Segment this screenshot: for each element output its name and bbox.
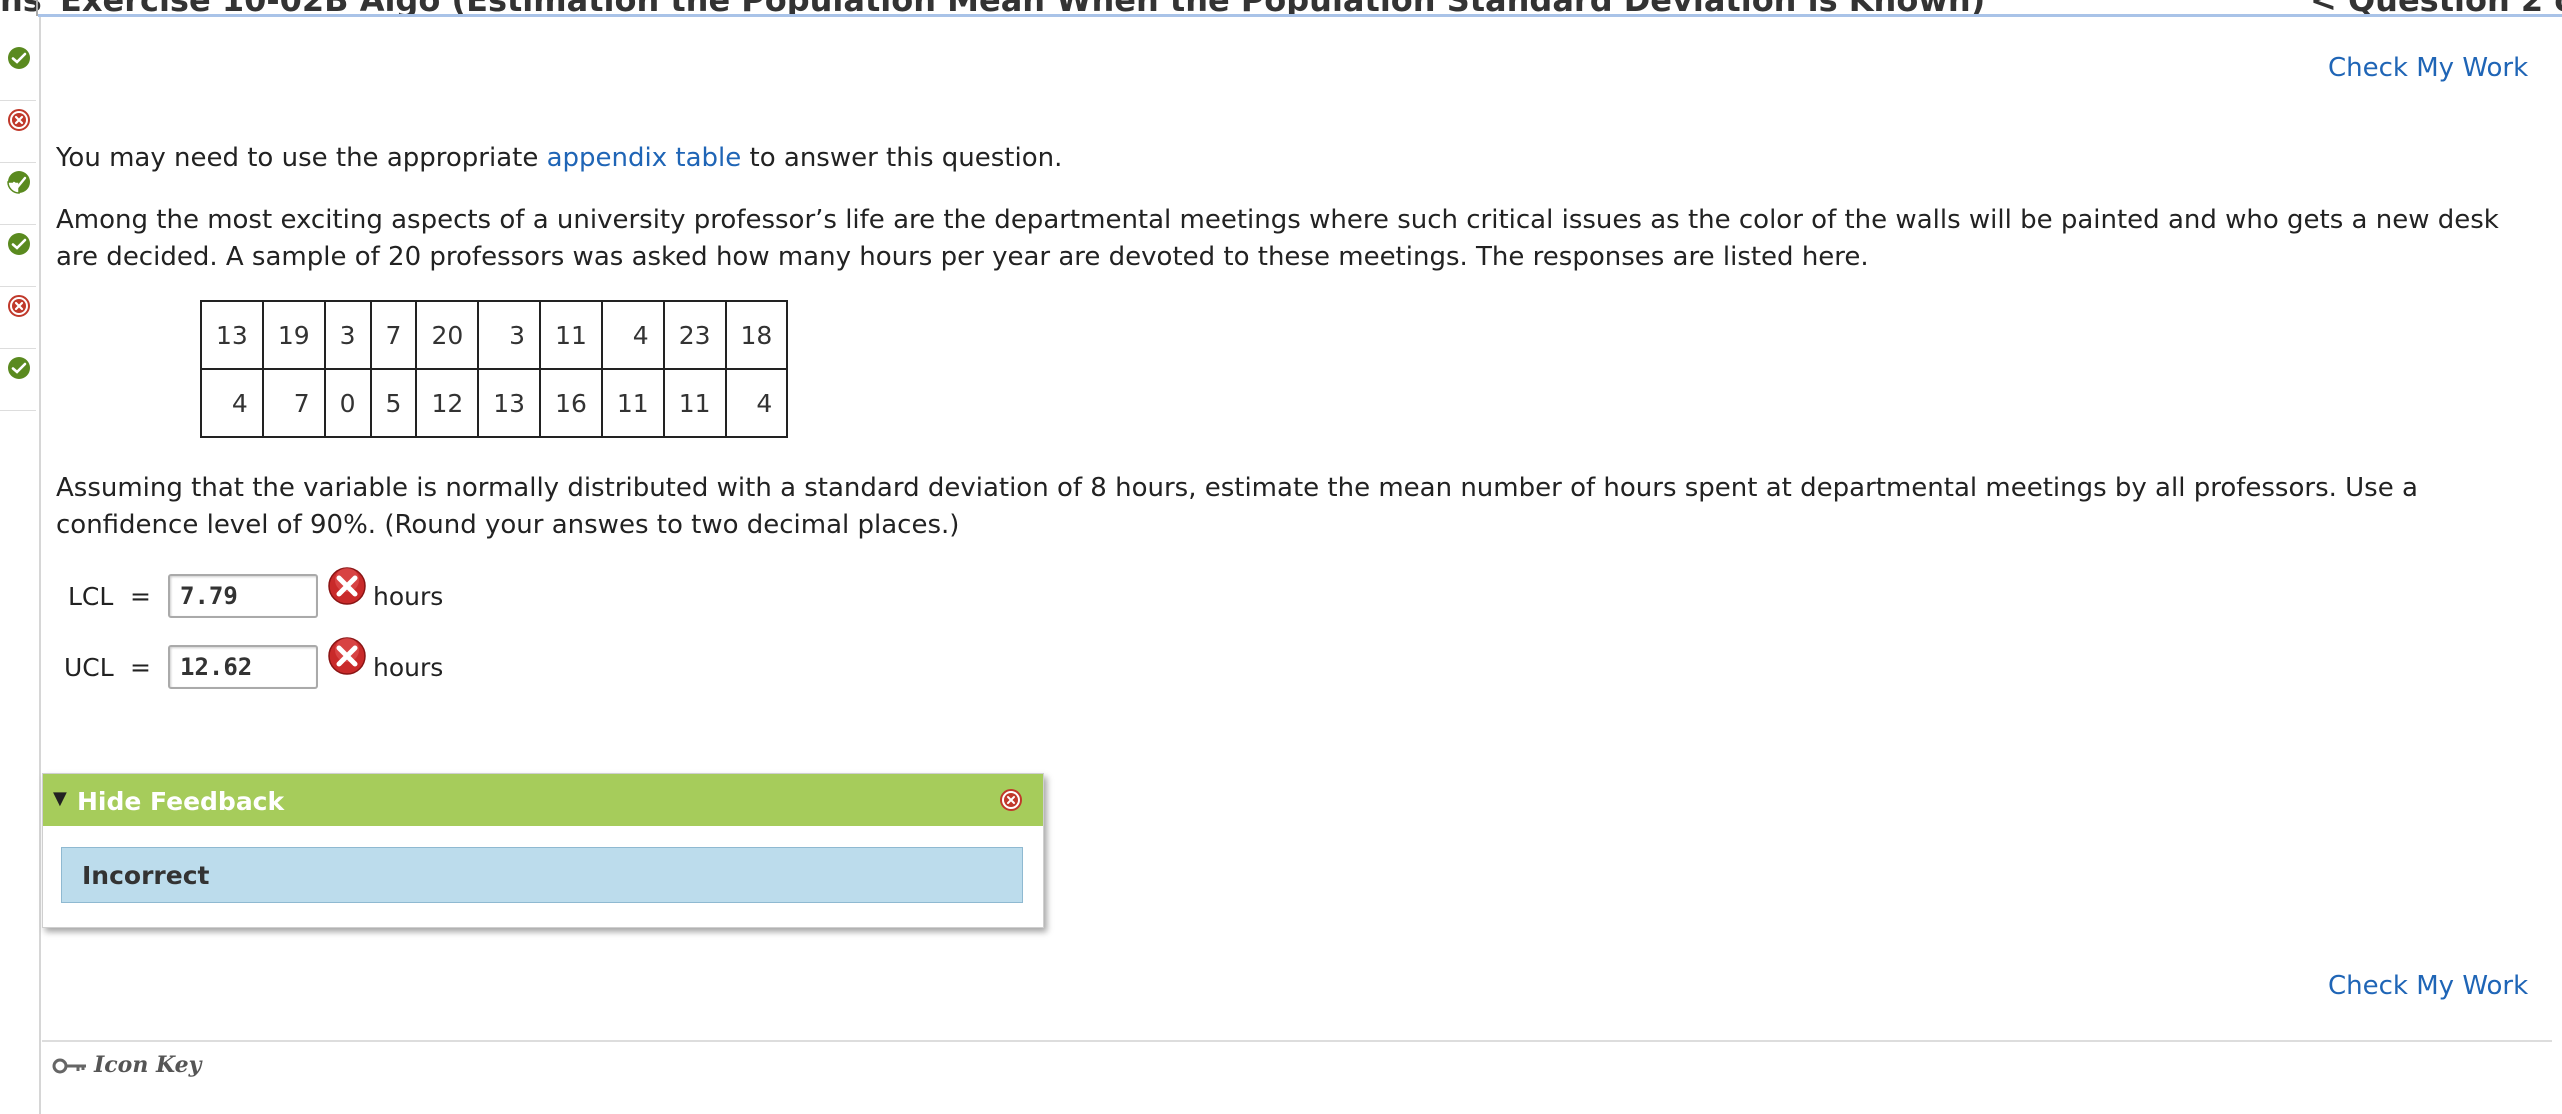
intro-after: to answer this question. <box>741 143 1063 173</box>
check-my-work-link-top[interactable]: Check My Work <box>2328 53 2528 83</box>
table-cell: 3 <box>477 300 542 370</box>
key-icon <box>52 1058 86 1074</box>
table-cell: 20 <box>415 300 480 370</box>
table-cell: 19 <box>261 300 326 370</box>
table-cell: 7 <box>369 300 418 370</box>
table-cell: 12 <box>415 368 480 438</box>
problem-text: Among the most exciting aspects of a uni… <box>56 205 2499 272</box>
rail-divider <box>0 348 36 349</box>
table-row: 13 19 3 7 20 3 11 4 23 18 <box>200 300 789 370</box>
table-cell: 13 <box>477 368 542 438</box>
table-row: 4 7 0 5 12 13 16 11 11 4 <box>200 368 789 438</box>
incorrect-x-icon <box>328 567 366 605</box>
table-cell: 23 <box>662 300 727 370</box>
table-cell: 16 <box>539 368 603 438</box>
appendix-table-link[interactable]: appendix table <box>547 143 742 173</box>
question-text: Assuming that the variable is normally d… <box>56 473 2418 540</box>
check-circle-icon[interactable] <box>6 355 32 381</box>
feedback-panel: ▼ Hide Feedback Incorrect <box>42 773 1044 928</box>
ucl-label: UCL <box>64 653 114 682</box>
hide-feedback-toggle[interactable]: Hide Feedback <box>77 787 284 816</box>
rail-divider <box>0 410 36 411</box>
table-cell: 0 <box>323 368 372 438</box>
feedback-header[interactable]: ▼ Hide Feedback <box>43 774 1043 826</box>
ucl-unit: hours <box>373 653 444 682</box>
data-table: 13 19 3 7 20 3 11 4 23 18 4 7 0 5 12 13 16 11 11 4 <box>200 300 789 438</box>
table-cell: 13 <box>200 300 264 370</box>
ucl-input[interactable] <box>168 645 318 689</box>
status-rail <box>0 17 41 1114</box>
title-underline <box>38 14 2562 17</box>
intro-before: You may need to use the appropriate <box>56 143 547 173</box>
rail-divider <box>0 100 36 101</box>
lcl-equals: = <box>130 582 151 611</box>
rail-divider <box>0 224 36 225</box>
table-cell: 18 <box>724 300 789 370</box>
ucl-equals: = <box>130 653 151 682</box>
collapse-triangle-icon[interactable]: ▼ <box>53 788 67 809</box>
icon-key-link[interactable]: Icon Key <box>52 1052 201 1078</box>
table-cell: 4 <box>724 368 789 438</box>
feedback-message: Incorrect <box>82 861 210 890</box>
table-cell: 4 <box>200 368 264 438</box>
close-icon[interactable] <box>999 788 1023 812</box>
footer-divider <box>42 1040 2552 1042</box>
icon-key-label: Icon Key <box>94 1052 202 1078</box>
lcl-unit: hours <box>373 582 444 611</box>
check-circle-icon[interactable] <box>6 45 32 71</box>
incorrect-x-icon <box>328 637 366 675</box>
table-cell: 5 <box>369 368 418 438</box>
rail-divider <box>0 286 36 287</box>
lcl-label: LCL <box>68 582 114 611</box>
partial-check-icon[interactable] <box>6 169 32 195</box>
table-cell: 4 <box>600 300 665 370</box>
table-cell: 7 <box>261 368 326 438</box>
rail-divider <box>0 162 36 163</box>
table-cell: 11 <box>662 368 727 438</box>
feedback-message-box: Incorrect <box>61 847 1023 903</box>
check-my-work-link-bottom[interactable]: Check My Work <box>2328 971 2528 1001</box>
table-cell: 3 <box>323 300 372 370</box>
table-cell: 11 <box>539 300 603 370</box>
x-circle-icon[interactable] <box>6 293 32 319</box>
intro-text: You may need to use the appropriate appe… <box>56 140 2536 177</box>
check-circle-icon[interactable] <box>6 231 32 257</box>
lcl-input[interactable] <box>168 574 318 618</box>
x-circle-icon[interactable] <box>6 107 32 133</box>
table-cell: 11 <box>600 368 665 438</box>
